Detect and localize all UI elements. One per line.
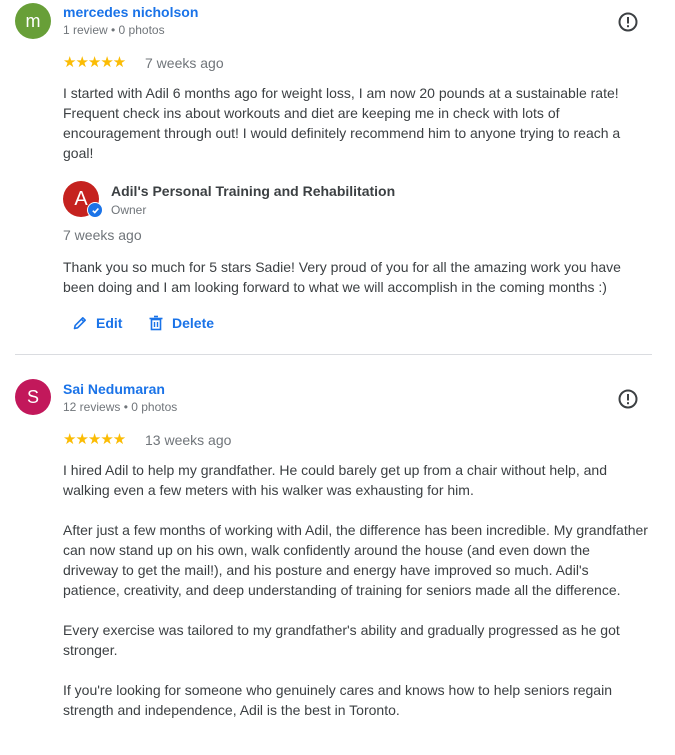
star-rating: ★★★★★ (63, 431, 126, 448)
report-flag-icon[interactable] (617, 11, 639, 33)
verified-check-icon (87, 202, 103, 218)
reviewer-name[interactable]: mercedes nicholson (63, 4, 198, 20)
reviewer-meta: 1 review • 0 photos (63, 23, 165, 37)
star-rating: ★★★★★ (63, 54, 126, 71)
owner-name: Adil's Personal Training and Rehabilitat… (111, 183, 396, 199)
trash-icon (149, 315, 163, 331)
delete-button[interactable]: Delete (148, 315, 214, 331)
review-text: I hired Adil to help my grandfather. He … (63, 462, 648, 718)
review-time: 7 weeks ago (145, 55, 224, 71)
reply-time: 7 weeks ago (63, 227, 142, 243)
reviewer-avatar[interactable]: m (15, 3, 51, 39)
owner-role: Owner (111, 203, 147, 217)
reviewer-meta: 12 reviews • 0 photos (63, 400, 178, 414)
report-flag-icon[interactable] (617, 388, 639, 410)
divider (15, 354, 652, 355)
delete-label: Delete (172, 315, 215, 331)
reviewer-avatar[interactable]: S (15, 379, 51, 415)
reviewer-name[interactable]: Sai Nedumaran (63, 381, 165, 397)
pencil-icon (73, 317, 86, 330)
reply-text: Thank you so much for 5 stars Sadie! Ver… (63, 259, 625, 295)
review-text: I started with Adil 6 months ago for wei… (63, 85, 625, 161)
edit-label: Edit (96, 315, 123, 331)
edit-button[interactable]: Edit (72, 315, 122, 331)
review-time: 13 weeks ago (145, 432, 232, 448)
